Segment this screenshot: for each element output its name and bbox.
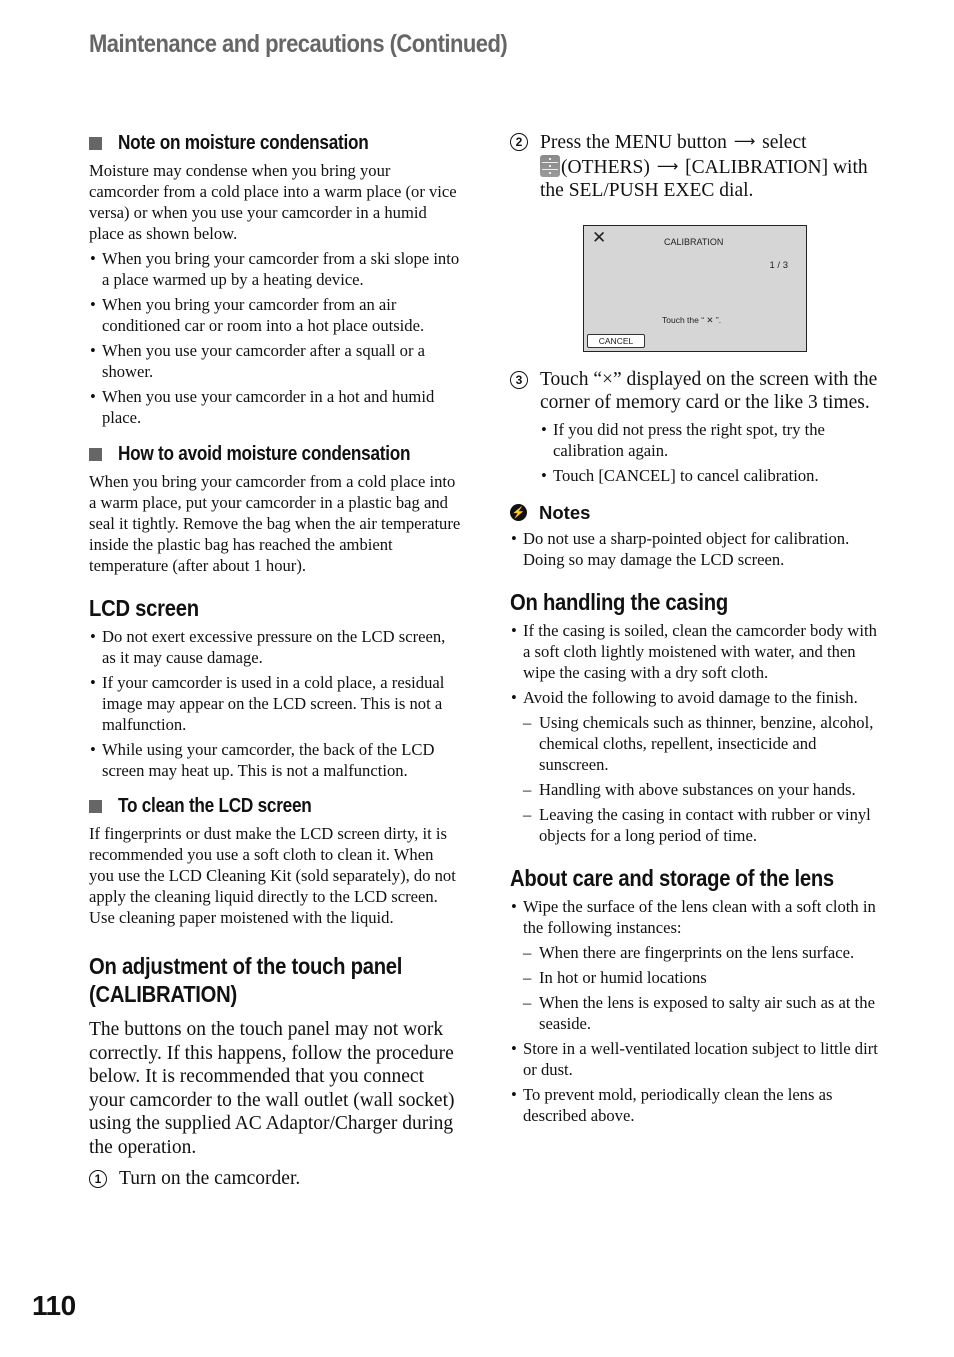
screen-title: CALIBRATION	[664, 236, 724, 247]
step-number-circle: 1	[89, 1170, 107, 1188]
list-item: Leaving the casing in contact with rubbe…	[510, 804, 882, 846]
step-number-circle: 3	[510, 370, 528, 389]
list-item: When you use your camcorder in a hot and…	[89, 386, 461, 428]
list-item: When you use your camcorder after a squa…	[89, 340, 461, 382]
list-item: While using your camcorder, the back of …	[89, 739, 461, 781]
casing-dash-list: Using chemicals such as thinner, benzine…	[510, 712, 882, 846]
calibration-intro: The buttons on the touch panel may not w…	[89, 1019, 455, 1158]
list-item: If you did not press the right spot, try…	[540, 419, 882, 461]
clean-lcd-heading: To clean the LCD screen	[89, 793, 461, 819]
list-item: To prevent mold, periodically clean the …	[510, 1084, 882, 1126]
lens-list: Wipe the surface of the lens clean with …	[510, 896, 882, 938]
lcd-screen-heading: LCD screen	[89, 595, 199, 621]
list-item: Handling with above substances on your h…	[510, 779, 882, 800]
list-item: When there are fingerprints on the lens …	[510, 942, 882, 963]
step-3: 3 Touch “×” displayed on the screen with…	[510, 368, 882, 415]
avoid-moisture-heading: How to avoid moisture condensation	[89, 441, 461, 467]
list-item: Do not exert excessive pressure on the L…	[89, 626, 461, 668]
page-indicator: 1 / 3	[769, 259, 789, 271]
square-bullet-icon	[89, 799, 102, 813]
step-3-list: If you did not press the right spot, try…	[540, 419, 882, 486]
casing-list: If the casing is soiled, clean the camco…	[510, 620, 882, 708]
right-column: 2 Press the MENU button ⟶ select (OTHERS…	[510, 130, 882, 1126]
list-item: Touch [CANCEL] to cancel calibration.	[540, 465, 882, 486]
lens-dash-list: When there are fingerprints on the lens …	[510, 942, 882, 1034]
step-number-circle: 2	[510, 133, 528, 151]
list-item: Avoid the following to avoid damage to t…	[510, 687, 882, 708]
list-item: If the casing is soiled, clean the camco…	[510, 620, 882, 683]
list-item: In hot or humid locations	[510, 967, 882, 988]
moisture-note-list: When you bring your camcorder from a ski…	[89, 248, 461, 428]
list-item: When you bring your camcorder from a ski…	[89, 248, 461, 290]
list-item: If your camcorder is used in a cold plac…	[89, 672, 461, 735]
list-item: Store in a well-ventilated location subj…	[510, 1038, 882, 1080]
square-bullet-icon	[89, 136, 102, 150]
arrow-right-icon: ⟶	[733, 132, 756, 150]
list-item: Wipe the surface of the lens clean with …	[510, 896, 882, 938]
close-x-icon: ✕	[592, 227, 607, 248]
lens-list-continued: Store in a well-ventilated location subj…	[510, 1038, 882, 1126]
moisture-note-intro: Moisture may condense when you bring you…	[89, 161, 457, 243]
left-column: Note on moisture condensation Moisture m…	[89, 130, 461, 1191]
lcd-screen-list: Do not exert excessive pressure on the L…	[89, 626, 461, 781]
clean-lcd-text: If fingerprints or dust make the LCD scr…	[89, 824, 456, 927]
list-item: When you bring your camcorder from an ai…	[89, 294, 461, 336]
calibration-heading: On adjustment of the touch panel (CALIBR…	[89, 953, 403, 1007]
step-1: 1 Turn on the camcorder.	[89, 1167, 461, 1191]
list-item: Do not use a sharp-pointed object for ca…	[510, 528, 882, 570]
screen-instruction: Touch the “ ✕ ”.	[662, 314, 722, 325]
casing-heading: On handling the casing	[510, 588, 728, 615]
cancel-button: CANCEL	[587, 333, 645, 348]
moisture-note-heading: Note on moisture condensation	[89, 130, 461, 156]
page-number: 110	[32, 1290, 76, 1321]
step-text: Touch “×” displayed on the screen with t…	[540, 368, 878, 414]
calibration-screen-illustration: ✕ CALIBRATION 1 / 3 Touch the “ ✕ ”. CAN…	[583, 224, 807, 352]
list-item: Using chemicals such as thinner, benzine…	[510, 712, 882, 775]
notes-list: Do not use a sharp-pointed object for ca…	[510, 528, 882, 570]
step-text: Turn on the camcorder.	[119, 1168, 301, 1189]
lens-heading: About care and storage of the lens	[510, 864, 834, 891]
arrow-right-icon: ⟶	[656, 156, 679, 175]
avoid-moisture-text: When you bring your camcorder from a col…	[89, 472, 461, 575]
notes-icon: ⚡	[510, 504, 527, 521]
notes-heading: ⚡ Notes	[510, 501, 591, 523]
step-2: 2 Press the MENU button ⟶ select (OTHERS…	[510, 130, 882, 203]
running-header-title: Maintenance and precautions (Continued)	[89, 30, 508, 58]
others-menu-icon	[540, 154, 560, 177]
list-item: When the lens is exposed to salty air su…	[510, 992, 882, 1034]
square-bullet-icon	[89, 447, 102, 461]
